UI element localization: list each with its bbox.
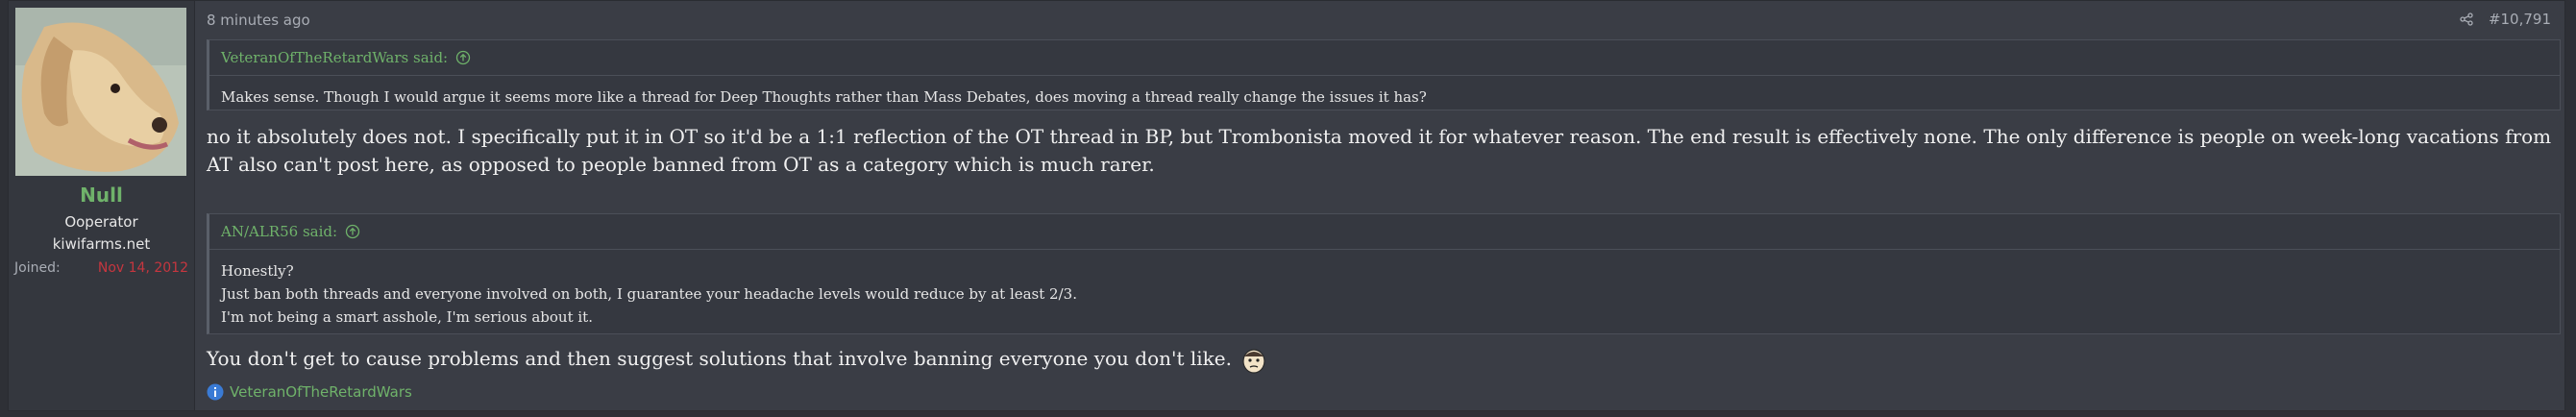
user-sidebar: Null Ooperator kiwifarms.net Joined: Nov… — [9, 1, 195, 410]
reply-text-content: You don't get to cause problems and then… — [207, 347, 1232, 370]
joined-label: Joined: — [14, 260, 61, 276]
post-content: 8 minutes ago #10,791 VeteranOfTheRetard… — [199, 1, 2561, 410]
post-time[interactable]: 8 minutes ago — [207, 12, 310, 29]
post-number[interactable]: #10,791 — [2489, 11, 2551, 28]
quote-line: Just ban both threads and everyone invol… — [221, 285, 1077, 303]
avatar[interactable] — [15, 8, 186, 176]
user-site: kiwifarms.net — [52, 235, 151, 253]
quote-block: AN/ALR56 said: Honestly? Just ban both t… — [207, 213, 2561, 334]
arrow-up-circle-icon[interactable] — [345, 224, 360, 239]
post-container: Null Ooperator kiwifarms.net Joined: Nov… — [8, 0, 2565, 411]
quote-line: Honestly? — [221, 262, 294, 280]
user-title: Ooperator — [64, 213, 138, 231]
quote-header: VeteranOfTheRetardWars said: — [209, 40, 2560, 76]
post-meta-right: #10,791 — [2460, 11, 2551, 28]
quote-text: Honestly? Just ban both threads and ever… — [209, 250, 2560, 338]
reply-text: You don't get to cause problems and then… — [207, 345, 2561, 374]
share-icon[interactable] — [2460, 12, 2473, 26]
emoji-icon — [1241, 347, 1266, 374]
joined-date: Nov 14, 2012 — [97, 260, 188, 276]
username[interactable]: Null — [9, 184, 194, 207]
quote-text: Makes sense. Though I would argue it see… — [221, 88, 1427, 106]
quote-header: AN/ALR56 said: — [209, 214, 2560, 250]
reactions-bar[interactable]: VeteranOfTheRetardWars — [207, 383, 412, 401]
quote-block: VeteranOfTheRetardWars said: Makes sense… — [207, 39, 2561, 110]
reply-text: no it absolutely does not. I specificall… — [207, 125, 2552, 176]
quote-line: I'm not being a smart asshole, I'm serio… — [221, 308, 593, 326]
reaction-user[interactable]: VeteranOfTheRetardWars — [230, 383, 412, 401]
quote-author[interactable]: AN/ALR56 said: — [221, 214, 337, 249]
quote-author[interactable]: VeteranOfTheRetardWars said: — [221, 40, 448, 75]
info-icon — [207, 383, 224, 401]
arrow-up-circle-icon[interactable] — [455, 50, 471, 65]
joined-row: Joined: Nov 14, 2012 — [14, 260, 188, 276]
